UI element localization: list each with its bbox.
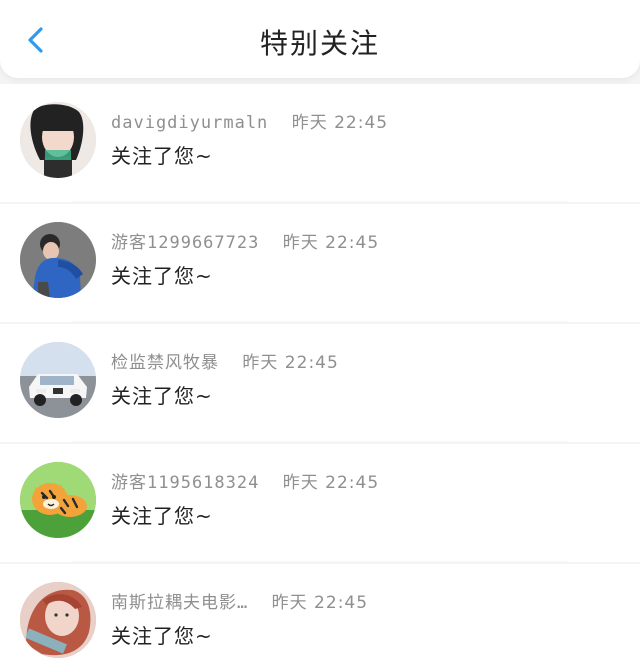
list-item[interactable]: 检监禁风牧暴 昨天 22:45 关注了您~ <box>0 324 640 442</box>
avatar[interactable] <box>20 462 96 538</box>
message-text: 关注了您~ <box>111 384 213 408</box>
meta-line: 南斯拉耦夫电影… 昨天 22:45 <box>111 592 368 614</box>
message-text: 关注了您~ <box>111 144 213 168</box>
user-photo-avatar <box>20 102 96 178</box>
timestamp: 昨天 22:45 <box>291 113 389 133</box>
list-item[interactable]: 南斯拉耦夫电影… 昨天 22:45 关注了您~ <box>0 564 640 661</box>
car-avatar <box>20 342 96 418</box>
divider <box>72 561 568 562</box>
user-name[interactable]: 游客1299667723 <box>111 232 259 254</box>
timestamp: 昨天 22:45 <box>271 593 369 613</box>
list-item[interactable]: 游客1195618324 昨天 22:45 关注了您~ <box>0 444 640 562</box>
message-text: 关注了您~ <box>111 624 213 648</box>
avatar[interactable] <box>20 582 96 658</box>
meta-line: davigdiyurmaln 昨天 22:45 <box>111 112 388 134</box>
tiger-avatar <box>20 462 96 538</box>
list-item[interactable]: davigdiyurmaln 昨天 22:45 关注了您~ <box>0 84 640 202</box>
user-name[interactable]: 游客1195618324 <box>111 472 259 494</box>
page-title: 特别关注 <box>259 27 380 60</box>
user-name[interactable]: 检监禁风牧暴 <box>111 352 219 374</box>
timestamp: 昨天 22:45 <box>242 353 339 373</box>
divider <box>72 321 568 322</box>
list-item[interactable]: 游客1299667723 昨天 22:45 关注了您~ <box>0 204 640 322</box>
top-bar: 特别关注 <box>0 0 640 78</box>
message-text: 关注了您~ <box>111 264 213 288</box>
divider <box>72 201 568 202</box>
message-text: 关注了您~ <box>111 504 213 528</box>
user-name[interactable]: davigdiyurmaln <box>111 112 268 134</box>
avatar[interactable] <box>20 102 96 178</box>
user-photo-avatar <box>20 582 96 658</box>
divider <box>72 441 568 442</box>
user-photo-avatar <box>20 222 96 298</box>
timestamp: 昨天 22:45 <box>282 473 380 493</box>
user-name[interactable]: 南斯拉耦夫电影… <box>111 592 248 614</box>
avatar[interactable] <box>20 222 96 298</box>
meta-line: 检监禁风牧暴 昨天 22:45 <box>111 352 339 374</box>
timestamp: 昨天 22:45 <box>282 233 380 253</box>
app-screen: 特别关注 davigdiyurmaln 昨天 22:45 关注了您~ 游客129… <box>0 0 640 661</box>
meta-line: 游客1299667723 昨天 22:45 <box>111 232 379 254</box>
avatar[interactable] <box>20 342 96 418</box>
follow-list: davigdiyurmaln 昨天 22:45 关注了您~ 游客12996677… <box>0 84 640 661</box>
meta-line: 游客1195618324 昨天 22:45 <box>111 472 379 494</box>
